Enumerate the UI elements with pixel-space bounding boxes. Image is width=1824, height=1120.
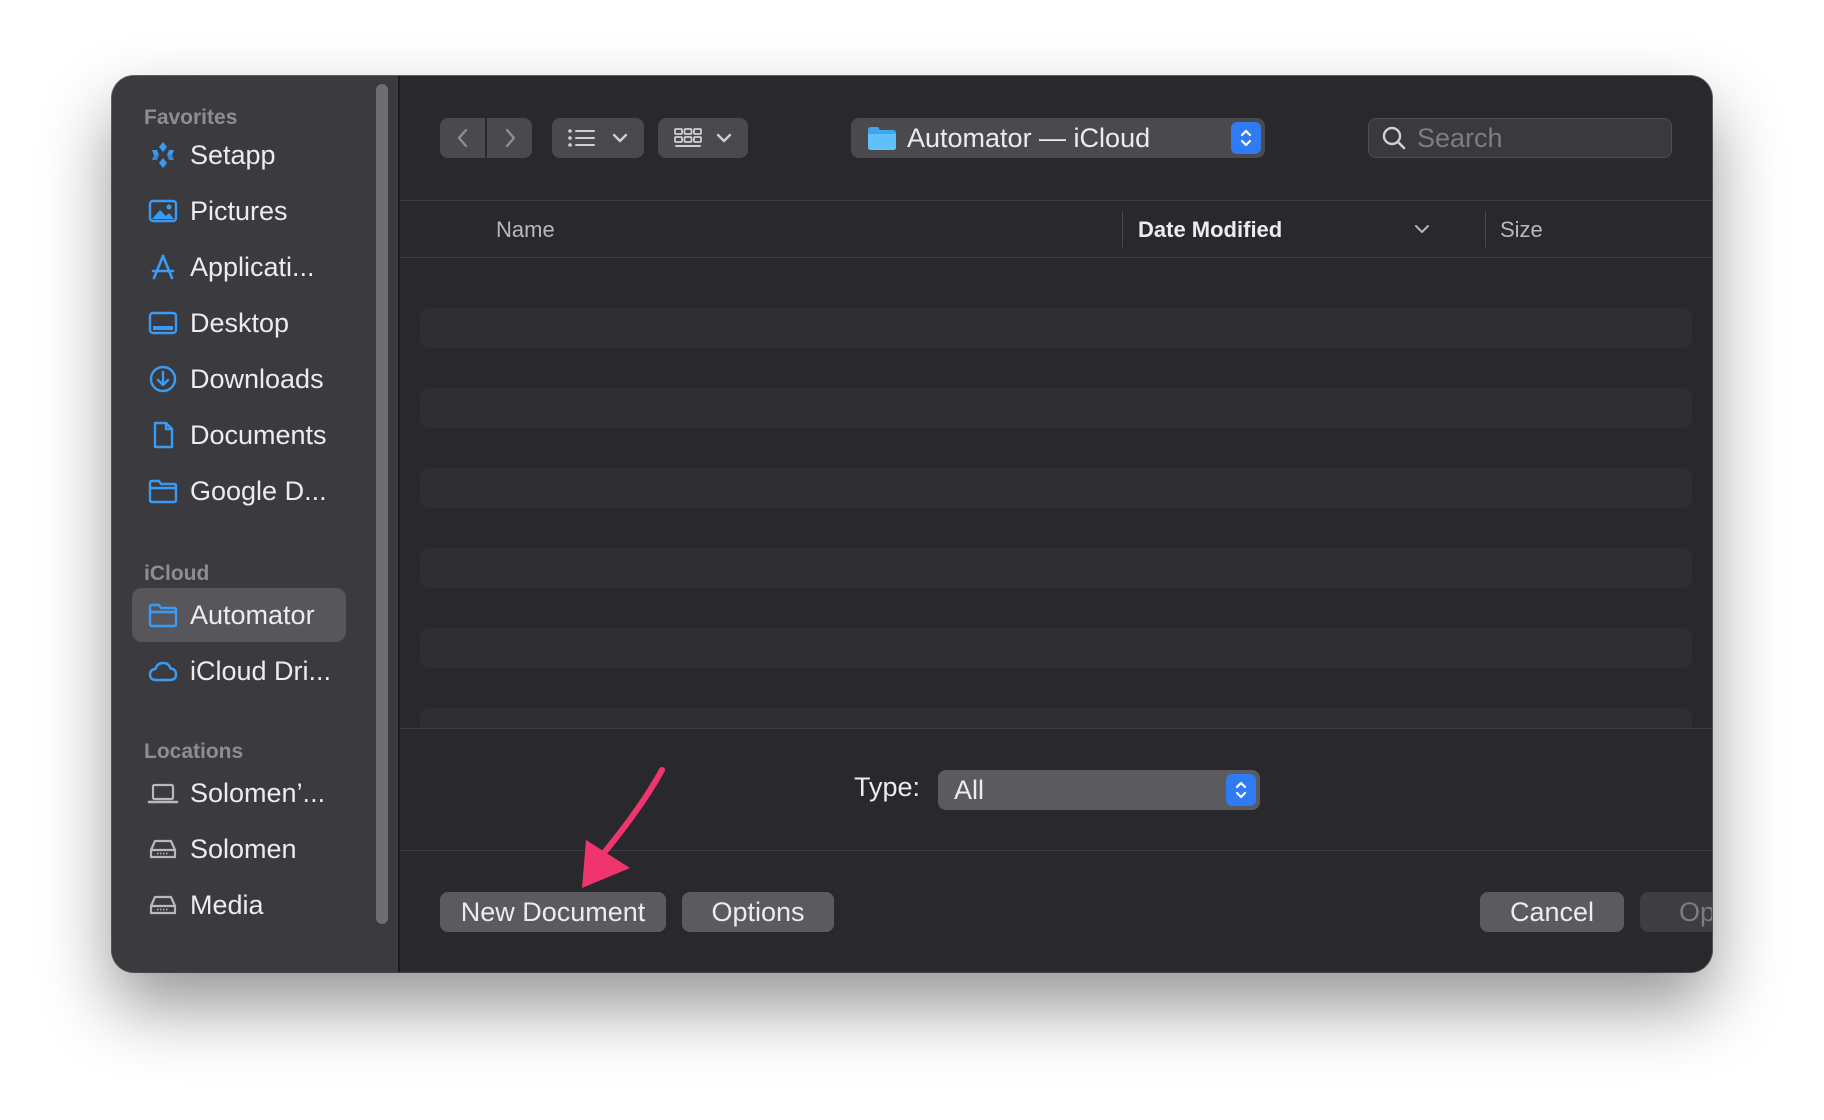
column-header-name[interactable]: Name [496,217,555,243]
cancel-button[interactable]: Cancel [1480,892,1624,932]
setapp-icon [146,138,180,172]
chevron-down-icon [612,133,628,143]
column-divider [1485,211,1486,247]
sidebar-item-label: iCloud Dri... [190,655,332,686]
sidebar-item-label: Setapp [190,139,276,170]
folder-icon [146,598,180,632]
sidebar-item-automator[interactable]: Automator [132,588,346,642]
list-row-stripe [420,708,1692,728]
location-label: Automator — iCloud [907,122,1151,153]
sidebar-item-documents[interactable]: Documents [132,408,346,462]
sidebar-item-label: Documents [190,419,327,450]
list-row-stripe [420,548,1692,588]
chevron-left-icon [457,128,467,148]
grid-view-icon [674,128,702,147]
drive-icon [146,832,180,866]
sidebar-item-label: Solomen’... [190,777,326,808]
sidebar-item-label: Google D... [190,475,327,506]
sidebar-section-locations: Locations [144,740,244,763]
document-icon [146,418,180,452]
list-view-icon [568,129,595,147]
drive-icon [146,888,180,922]
sidebar-scrollbar[interactable] [376,84,388,924]
downloads-icon [146,362,180,396]
type-label: Type: [854,772,921,802]
sidebar-item-downloads[interactable]: Downloads [132,352,346,406]
search-field[interactable]: Search [1368,118,1672,158]
list-view-button[interactable] [552,118,644,158]
sidebar-item-solomen-drive[interactable]: Solomen [132,822,346,876]
list-row-stripe [420,468,1692,508]
sort-chevron-down-icon [1415,225,1429,233]
sidebar-item-label: Downloads [190,363,324,394]
open-button[interactable]: Open [1640,892,1712,932]
annotation-arrow-icon [582,767,665,888]
column-divider [1122,211,1123,247]
sidebar-item-solomen-mac[interactable]: Solomen’... [132,766,346,820]
list-row-stripe [420,628,1692,668]
column-header-size[interactable]: Size [1500,217,1543,243]
list-header: Name Date Modified Size [400,200,1712,258]
type-value: All [954,774,985,805]
sidebar-item-pictures[interactable]: Pictures [132,184,346,238]
back-button[interactable] [440,118,485,158]
applications-icon [146,250,180,284]
list-row-stripe [420,308,1692,348]
sidebar-item-desktop[interactable]: Desktop [132,296,346,350]
sidebar-section-favorites: Favorites [144,106,238,129]
group-view-button[interactable] [658,118,748,158]
sidebar-item-icloud-drive[interactable]: iCloud Dri... [132,644,346,698]
sidebar-item-label: Applicati... [190,251,315,282]
location-popup[interactable]: Automator — iCloud [851,118,1265,158]
type-popup[interactable]: All [938,770,1260,810]
sidebar-item-media[interactable]: Media [132,878,346,932]
sidebar-item-applications[interactable]: Applicati... [132,240,346,294]
sidebar-item-label: Desktop [190,307,290,338]
laptop-icon [146,776,180,810]
sidebar-section-icloud: iCloud [144,562,210,585]
options-button[interactable]: Options [682,892,834,932]
pictures-icon [146,194,180,228]
column-header-date-modified[interactable]: Date Modified [1138,217,1282,243]
chevron-down-icon [716,133,732,143]
search-input[interactable]: Search [1417,123,1503,154]
sidebar: Favorites Setapp Pictures Applicati... D… [112,76,400,972]
chevron-right-icon [505,128,515,148]
sidebar-item-label: Solomen [190,833,297,864]
forward-button[interactable] [487,118,532,158]
popup-stepper-icon [1226,774,1256,806]
sidebar-item-label: Pictures [190,195,288,226]
sidebar-item-label: Automator [190,599,315,630]
cloud-icon [146,654,180,688]
list-row-stripe [420,388,1692,428]
folder-icon [867,125,897,151]
file-list-divider [400,728,1712,729]
folder-icon [146,474,180,508]
popup-stepper-icon [1231,122,1261,154]
open-file-dialog: Favorites Setapp Pictures Applicati... D… [112,76,1712,972]
sidebar-item-google-drive[interactable]: Google D... [132,464,346,518]
sidebar-item-label: Media [190,889,264,920]
desktop-icon [146,306,180,340]
sidebar-item-setapp[interactable]: Setapp [132,128,346,182]
search-icon [1382,126,1406,150]
